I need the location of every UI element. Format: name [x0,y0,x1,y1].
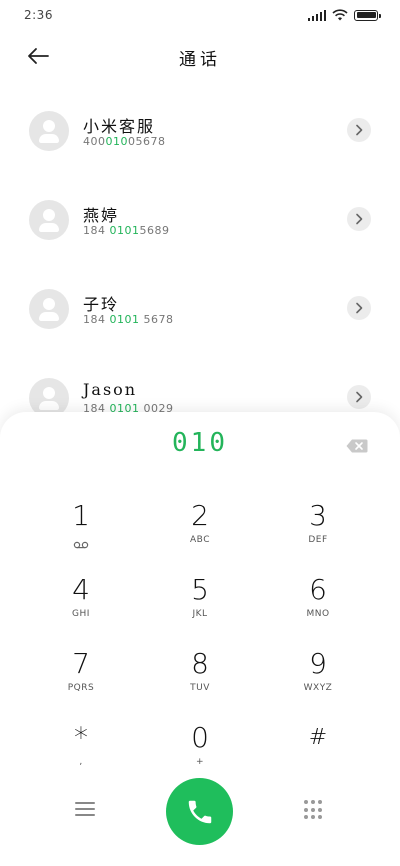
key-2[interactable]: 2 ABC [150,500,250,562]
key-digit: 2 [191,499,209,532]
status-time: 2:36 [24,8,53,22]
key-5[interactable]: 5 JKL [150,574,250,636]
key-0[interactable]: 0 + [150,722,250,784]
dialpad-toggle-button[interactable] [304,800,324,820]
contact-number: 40001005678 [83,135,166,148]
menu-icon [75,802,95,816]
key-digit: # [308,725,328,750]
bottom-bar [0,776,400,846]
chevron-right-icon [356,124,363,136]
list-item[interactable]: 燕婷 184 01015689 [0,200,400,272]
contact-name: Jason [83,380,138,399]
key-letters: MNO [306,609,330,619]
dialpad-grid-icon [304,800,308,804]
chevron-right-icon [356,391,363,403]
key-3[interactable]: 3 DEF [268,500,368,562]
key-letters: GHI [72,609,90,619]
key-6[interactable]: 6 MNO [268,574,368,636]
key-digit: 8 [191,647,209,680]
key-digit: 1 [72,499,90,532]
key-digit: 3 [309,499,327,532]
key-letters: ABC [190,535,210,545]
key-4[interactable]: 4 GHI [31,574,131,636]
backspace-icon [346,439,368,453]
status-bar: 2:36 [0,0,400,32]
list-item[interactable]: 小米客服 40001005678 [0,111,400,183]
key-9[interactable]: 9 WXYZ [268,648,368,710]
status-icons [308,9,381,21]
phone-icon [188,800,211,823]
contact-detail-button[interactable] [347,385,371,409]
avatar [29,111,69,151]
key-letters: WXYZ [303,683,333,693]
key-digit: 5 [191,573,209,606]
key-digit: 7 [72,647,90,680]
key-digit: 4 [72,573,90,606]
key-digit: 6 [309,573,327,606]
avatar [29,200,69,240]
key-digit: 9 [309,647,327,680]
dialpad-panel: 010 1 2 ABC 3 DEF 4 GHI 5 JKL 6 MNO 7 PQ… [0,412,400,866]
key-7[interactable]: 7 PQRS [31,648,131,710]
key-hash[interactable]: # [268,722,368,784]
key-letters: PQRS [67,683,95,693]
contact-name: 燕婷 [83,206,120,225]
voicemail-icon [31,534,131,549]
page-title: 通话 [179,50,221,70]
key-digit: * [74,721,88,754]
wifi-icon [332,9,348,21]
contact-name: 子玲 [83,295,120,314]
contact-number: 184 01015689 [83,224,170,237]
key-star[interactable]: * , [31,722,131,784]
battery-icon [354,9,381,21]
header: 通话 [0,36,400,76]
chevron-right-icon [356,213,363,225]
contact-detail-button[interactable] [347,118,371,142]
signal-icon [308,9,326,21]
call-button[interactable] [166,778,233,845]
chevron-right-icon [356,302,363,314]
contact-detail-button[interactable] [347,296,371,320]
delete-button[interactable] [346,438,368,453]
key-letters: TUV [190,683,210,693]
key-1[interactable]: 1 [31,500,131,562]
contact-detail-button[interactable] [347,207,371,231]
dial-input[interactable]: 010 [0,428,400,458]
key-letters: + [195,757,205,767]
list-item[interactable]: 子玲 184 0101 5678 [0,289,400,361]
key-8[interactable]: 8 TUV [150,648,250,710]
key-letters: DEF [308,535,328,545]
menu-button[interactable] [75,802,95,818]
avatar [29,289,69,329]
contact-number: 184 0101 5678 [83,313,174,326]
key-letters: JKL [192,609,208,619]
key-digit: 0 [191,721,209,754]
key-letters: , [79,757,83,767]
contact-name: 小米客服 [83,117,156,136]
